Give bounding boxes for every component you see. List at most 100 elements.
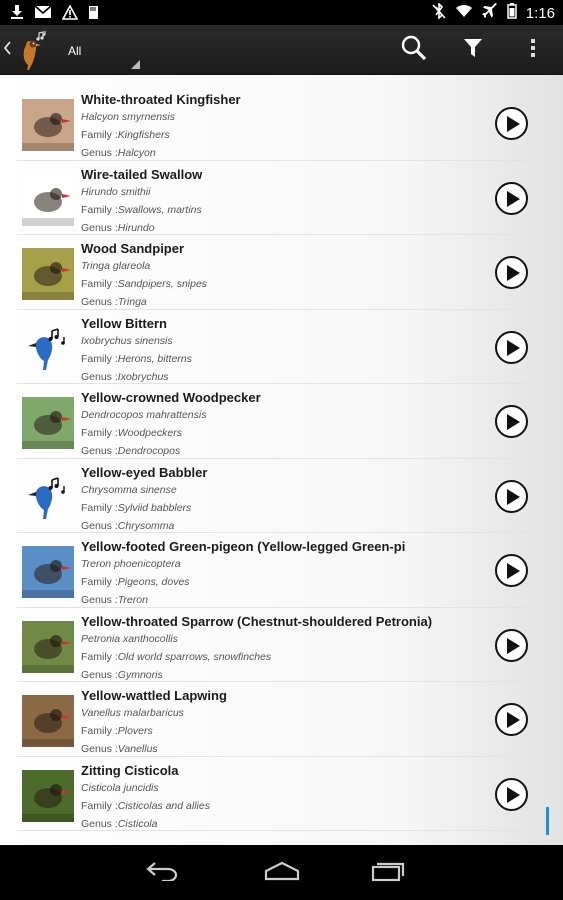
up-caret-icon[interactable] [3, 41, 11, 60]
bird-name: White-throated Kingfisher [81, 92, 241, 107]
play-sound-button[interactable] [495, 628, 528, 662]
scrollbar-thumb[interactable] [546, 807, 549, 835]
download-icon [10, 4, 24, 25]
bird-scientific-name: Treron phoenicoptera [81, 558, 181, 570]
dropdown-corner-icon [131, 60, 140, 69]
play-sound-button[interactable] [495, 479, 528, 513]
family-value: Sandpipers, snipes [117, 278, 208, 290]
sd-card-icon [88, 5, 99, 25]
genus-label: Genus : [81, 147, 118, 159]
genus-value: Halcyon [117, 147, 156, 159]
filter-button[interactable] [445, 25, 501, 75]
bird-scientific-name: Chrysomma sinense [81, 483, 177, 496]
family-value: Herons, bitterns [117, 352, 192, 365]
filter-dropdown[interactable]: All [60, 35, 140, 69]
family-value: Woodpeckers [117, 427, 182, 439]
bird-list-item[interactable]: Wood Sandpiper Tringa glareola Family :S… [17, 235, 535, 310]
bird-family: Family :Sandpipers, snipes [81, 278, 207, 290]
family-label: Family : [81, 725, 118, 737]
wifi-icon [455, 4, 473, 23]
overflow-menu-button[interactable] [505, 25, 561, 75]
family-label: Family : [81, 799, 118, 812]
bird-scientific-name: Hirundo smithii [81, 185, 151, 198]
bird-name: Yellow-footed Green-pigeon (Yellow-legge… [81, 539, 406, 554]
bird-scientific-name: Dendrocopos mahrattensis [81, 409, 207, 421]
bird-family: Family :Swallows, martins [81, 204, 202, 216]
bird-thumbnail [22, 620, 74, 673]
bird-list-item[interactable]: Yellow-crowned Woodpecker Dendrocopos ma… [17, 384, 535, 459]
genus-value: Chrysomma [117, 519, 175, 532]
play-sound-button[interactable] [495, 330, 528, 364]
bird-list-item[interactable]: Zitting Cisticola Cisticola juncidis Fam… [17, 757, 535, 831]
bird-scientific-name: Cisticola juncidis [81, 781, 159, 794]
airplane-icon [481, 2, 498, 24]
play-sound-button[interactable] [495, 107, 528, 140]
nav-back-button[interactable] [122, 846, 202, 900]
bird-scientific-name: Tringa glareola [81, 260, 151, 272]
family-label: Family : [81, 650, 118, 663]
family-value: Swallows, martins [117, 203, 202, 216]
app-logo-bird-icon[interactable] [13, 30, 49, 77]
bird-genus: Genus :Vanellus [81, 743, 158, 755]
genus-value: Tringa [117, 296, 147, 308]
play-sound-button[interactable] [495, 256, 528, 289]
overflow-menu-icon [530, 38, 536, 63]
bird-list-item[interactable]: Yellow Bittern Ixobrychus sinensis Famil… [17, 310, 535, 384]
bird-genus: Genus :Dendrocopos [81, 445, 180, 457]
bird-list-item[interactable]: Yellow-throated Sparrow (Chestnut-should… [17, 608, 535, 682]
genus-value: Treron [117, 594, 148, 606]
action-bar: All [0, 25, 563, 75]
genus-value: Hirundo [117, 221, 155, 234]
home-icon [264, 861, 300, 886]
bird-thumbnail [22, 173, 74, 226]
genus-value: Cisticola [117, 817, 158, 830]
family-label: Family : [81, 501, 118, 514]
filter-icon [463, 38, 483, 63]
bird-scientific-name: Halcyon smyrnensis [81, 111, 175, 123]
bird-list-item[interactable]: Yellow-wattled Lapwing Vanellus malarbar… [17, 682, 535, 757]
bird-scientific-name: Petronia xanthocollis [81, 632, 178, 645]
genus-value: Vanellus [117, 743, 158, 755]
bird-genus: Genus :Tringa [81, 296, 147, 308]
bird-family: Family :Plovers [81, 725, 153, 737]
play-sound-button[interactable] [495, 777, 528, 811]
status-bar: 1:16 [0, 0, 563, 25]
bird-thumbnail [22, 769, 74, 822]
play-sound-button[interactable] [495, 554, 528, 587]
bird-family: Family :Cisticolas and allies [81, 800, 210, 812]
genus-label: Genus : [81, 370, 118, 383]
mail-icon [34, 5, 52, 24]
bird-family: Family :Herons, bitterns [81, 353, 192, 365]
bird-genus: Genus :Gymnoris [81, 669, 163, 681]
bird-thumbnail [22, 472, 74, 524]
clock: 1:16 [525, 5, 555, 22]
bird-name: Yellow Bittern [81, 315, 167, 331]
genus-value: Dendrocopos [117, 445, 181, 457]
bird-family: Family :Kingfishers [81, 129, 170, 141]
family-value: Cisticolas and allies [117, 799, 210, 812]
bird-scientific-name: Ixobrychus sinensis [81, 334, 173, 347]
bird-thumbnail [22, 323, 74, 375]
bird-name: Zitting Cisticola [81, 762, 179, 778]
genus-label: Genus : [81, 668, 118, 681]
bird-list-item[interactable]: Wire-tailed Swallow Hirundo smithii Fami… [17, 161, 535, 235]
battery-icon [507, 3, 517, 24]
bird-genus: Genus :Cisticola [81, 818, 157, 830]
play-sound-button[interactable] [495, 405, 528, 438]
bird-genus: Genus :Ixobrychus [81, 371, 169, 383]
nav-recent-apps-button[interactable] [348, 846, 428, 900]
bird-list-item[interactable]: Yellow-footed Green-pigeon (Yellow-legge… [17, 533, 535, 608]
play-sound-button[interactable] [495, 703, 528, 736]
bird-list-item[interactable]: White-throated Kingfisher Halcyon smyrne… [17, 86, 535, 161]
bird-thumbnail [22, 99, 74, 151]
family-label: Family : [81, 352, 118, 365]
family-label: Family : [81, 427, 118, 439]
play-sound-button[interactable] [495, 181, 528, 215]
bird-genus: Genus :Treron [81, 594, 148, 606]
bird-genus: Genus :Chrysomma [81, 520, 174, 532]
bird-family: Family :Sylviid babblers [81, 502, 191, 514]
bird-list-item[interactable]: Yellow-eyed Babbler Chrysomma sinense Fa… [17, 459, 535, 533]
search-button[interactable] [386, 25, 442, 75]
nav-home-button[interactable] [242, 846, 322, 900]
family-value: Kingfishers [117, 129, 170, 141]
